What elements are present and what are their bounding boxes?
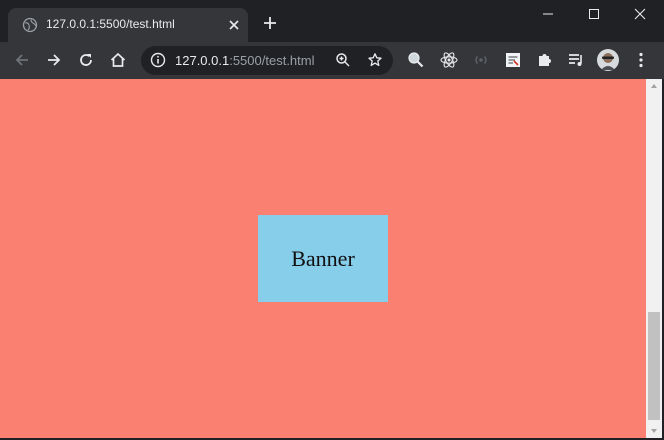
home-icon[interactable] (108, 50, 128, 70)
back-icon[interactable] (12, 50, 32, 70)
globe-icon (22, 17, 38, 33)
banner: Banner (258, 215, 388, 302)
magnifier-icon[interactable] (406, 50, 426, 70)
avatar[interactable] (597, 49, 619, 71)
forward-icon[interactable] (44, 50, 64, 70)
minimize-button[interactable] (525, 0, 571, 30)
tab-active[interactable]: 127.0.0.1:5500/test.html (8, 8, 248, 42)
new-tab-icon[interactable] (262, 15, 278, 31)
vertical-scrollbar[interactable] (646, 79, 662, 438)
bookmark-star-icon[interactable] (367, 52, 383, 68)
browser-window: 127.0.0.1:5500/test.html 127.0.0.1:5500/… (0, 0, 664, 440)
close-icon (634, 8, 646, 20)
scroll-up-icon[interactable] (646, 79, 662, 93)
playlist-icon[interactable] (566, 50, 586, 70)
tab-title: 127.0.0.1:5500/test.html (46, 17, 175, 31)
banner-text: Banner (291, 245, 355, 271)
scrollbar-thumb[interactable] (648, 312, 660, 420)
maximize-button[interactable] (571, 0, 617, 30)
broadcast-icon[interactable] (471, 50, 491, 70)
kebab-menu-icon[interactable] (631, 50, 651, 70)
reload-icon[interactable] (76, 50, 96, 70)
scroll-down-icon[interactable] (646, 424, 662, 438)
zoom-icon[interactable] (335, 52, 351, 68)
page-viewport: Banner (0, 79, 646, 438)
close-tab-icon[interactable] (226, 17, 242, 33)
close-window-button[interactable] (617, 0, 663, 30)
maximize-icon (589, 9, 599, 19)
react-icon[interactable] (439, 50, 459, 70)
tab-strip: 127.0.0.1:5500/test.html (0, 0, 664, 42)
url-host: 127.0.0.1 (175, 53, 230, 68)
minimize-icon (543, 13, 553, 15)
address-bar[interactable]: 127.0.0.1:5500/test.html (141, 46, 393, 75)
url-text[interactable]: 127.0.0.1:5500/test.html (175, 53, 315, 68)
url-path: :5500/test.html (229, 53, 315, 68)
puzzle-icon[interactable] (535, 50, 555, 70)
note-icon[interactable] (503, 50, 523, 70)
browser-toolbar: 127.0.0.1:5500/test.html (0, 42, 664, 79)
info-icon[interactable] (150, 52, 166, 68)
